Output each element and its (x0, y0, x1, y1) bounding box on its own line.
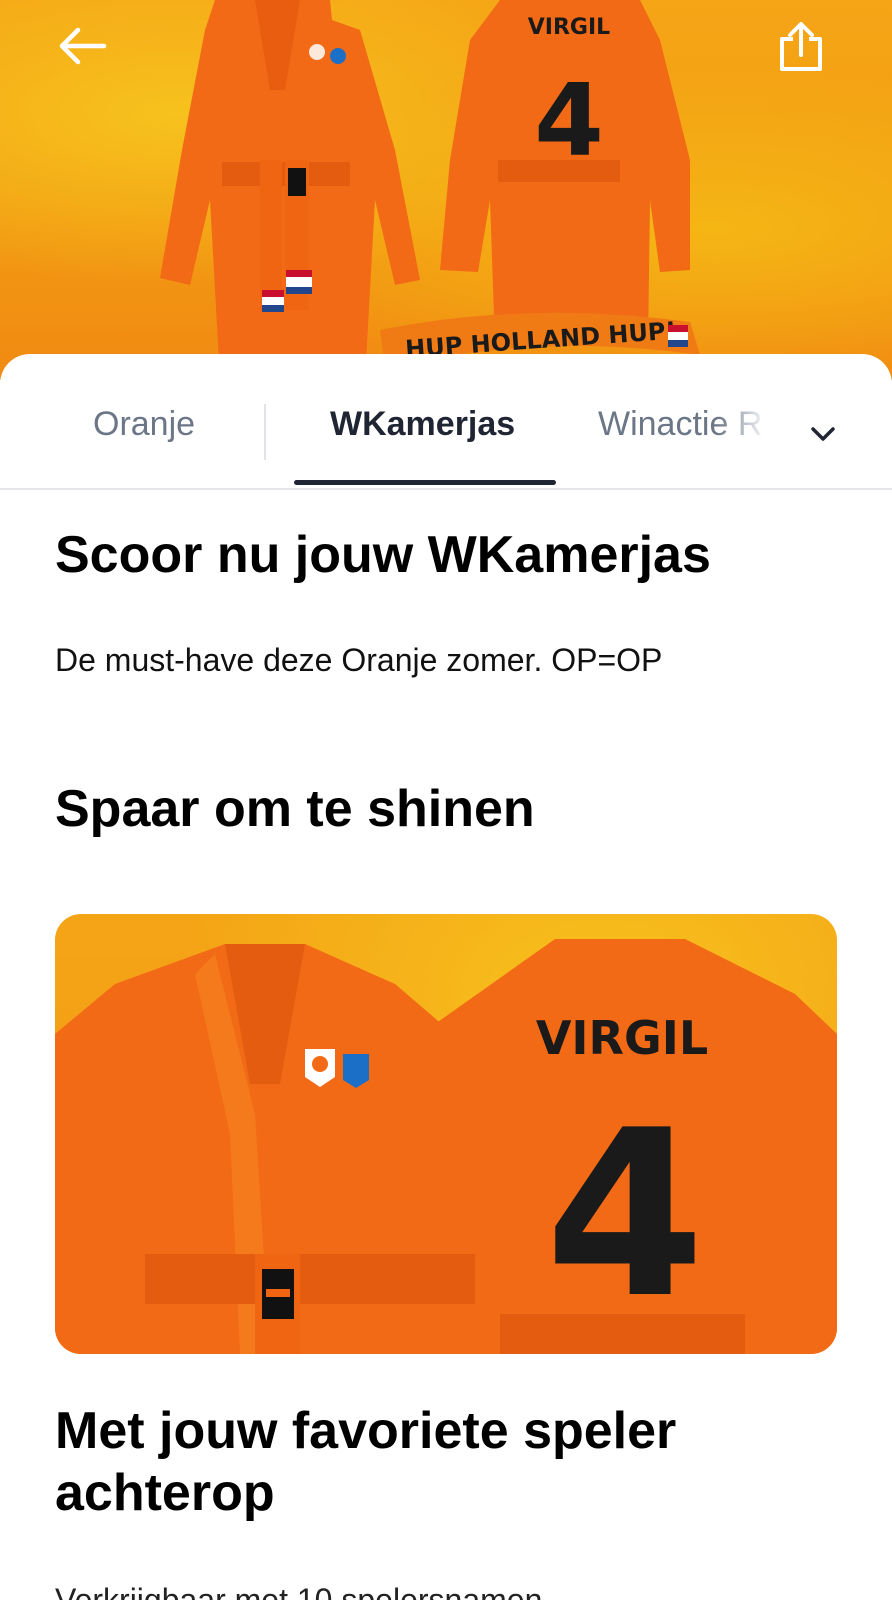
promo-player-name: VIRGIL (536, 1011, 708, 1065)
section-title-favoriete-speler: Met jouw favoriete speler achterop (55, 1402, 677, 1522)
active-tab-indicator (294, 480, 556, 485)
page-subtitle: De must-have deze Oranje zomer. OP=OP (55, 642, 663, 678)
page: VIRGIL 4 HUP HOLLAND HUP! Oranje WKamerj… (0, 0, 892, 1600)
back-button[interactable] (50, 18, 114, 74)
page-title: Scoor nu jouw WKamerjas (55, 526, 711, 584)
section-title-spaar: Spaar om te shinen (55, 780, 535, 838)
tab-bar: Oranje WKamerjas Winactie R (0, 354, 892, 490)
arrow-left-icon (59, 27, 107, 65)
promo-image: VIRGIL 4 (55, 914, 837, 1354)
promo-robes-illustration: VIRGIL 4 (55, 939, 837, 1354)
hero-player-name: VIRGIL (528, 15, 610, 40)
chevron-down-icon (811, 427, 835, 441)
promo-player-number: 4 (545, 1082, 705, 1349)
tab-winactie[interactable]: Winactie R (598, 404, 768, 444)
tab-oranje[interactable]: Oranje (93, 404, 195, 444)
share-icon (780, 22, 822, 71)
hero-player-number: 4 (534, 62, 604, 179)
hero-image: VIRGIL 4 HUP HOLLAND HUP! (0, 0, 892, 380)
hero-robes-illustration: VIRGIL 4 HUP HOLLAND HUP! (160, 0, 700, 380)
tab-wkamerjas[interactable]: WKamerjas (330, 404, 515, 444)
tabs-more-button[interactable] (803, 414, 843, 454)
share-button[interactable] (772, 16, 830, 78)
tab-divider (264, 404, 266, 460)
content-sheet: Oranje WKamerjas Winactie R Scoor nu jou… (0, 354, 892, 1600)
section-subtitle-spelersnamen: Verkrijgbaar met 10 spelersnamen (55, 1582, 543, 1600)
